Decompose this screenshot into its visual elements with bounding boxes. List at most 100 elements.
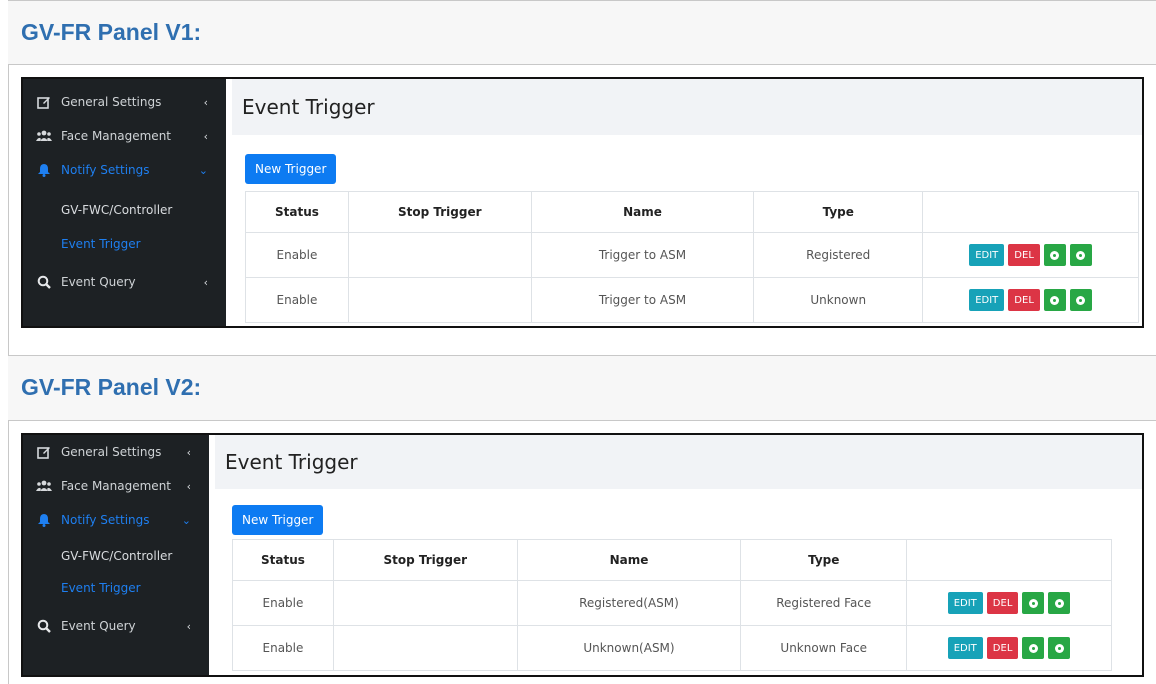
delete-button[interactable]: DEL (1008, 244, 1040, 266)
sidebar-subitem-label: GV-FWC/Controller (61, 203, 173, 217)
sidebar: General Settings ‹ Face Management ‹ Not… (23, 79, 226, 326)
panel-screenshot-v1: General Settings ‹ Face Management ‹ Not… (21, 77, 1144, 328)
edit-icon (35, 95, 53, 109)
sidebar-item-label: Face Management (61, 479, 171, 493)
column-header-actions (906, 539, 1112, 581)
sidebar-item-notify-settings[interactable]: Notify Settings ⌄ (23, 153, 226, 187)
cell-type: Registered (753, 232, 924, 278)
sidebar-item-label: Event Query (61, 275, 136, 289)
column-header-type: Type (740, 539, 908, 581)
circle-icon (1028, 598, 1038, 608)
users-icon (35, 130, 53, 142)
green-action-button[interactable] (1043, 244, 1066, 266)
delete-button[interactable]: DEL (986, 592, 1019, 614)
edit-button[interactable]: EDIT (969, 244, 1005, 266)
sidebar-subitem-label: Event Trigger (61, 237, 141, 251)
sidebar-subitem-event-trigger[interactable]: Event Trigger (61, 229, 141, 259)
circle-icon (1050, 295, 1060, 305)
chevron-left-icon: ‹ (203, 275, 208, 289)
cell-actions: EDIT DEL (906, 625, 1112, 671)
search-icon (35, 619, 53, 633)
cell-stop-trigger (332, 625, 518, 671)
panel-screenshot-v2: General Settings ‹ Face Management ‹ Not… (21, 433, 1144, 677)
main-content: Event Trigger New Trigger Status Stop Tr… (209, 435, 1142, 675)
page-header: Event Trigger (232, 79, 1142, 135)
edit-button[interactable]: EDIT (947, 637, 983, 659)
page-title: Event Trigger (242, 95, 375, 119)
sidebar-item-label: General Settings (61, 95, 162, 109)
circle-icon (1054, 643, 1064, 653)
circle-icon (1054, 598, 1064, 608)
circle-icon (1076, 250, 1086, 260)
circle-icon (1050, 250, 1060, 260)
cell-status: Enable (232, 625, 334, 671)
sidebar-subitem-gv-fwc-controller[interactable]: GV-FWC/Controller (61, 195, 172, 225)
frame-divider (8, 420, 1156, 421)
sidebar-item-general-settings[interactable]: General Settings ‹ (23, 85, 226, 119)
delete-button[interactable]: DEL (986, 637, 1019, 659)
sidebar-item-label: Face Management (61, 129, 171, 143)
cell-type: Unknown Face (740, 625, 908, 671)
chevron-left-icon: ‹ (186, 619, 191, 633)
green-action-button[interactable] (1043, 289, 1066, 311)
circle-icon (1028, 643, 1038, 653)
sidebar-subitem-event-trigger[interactable]: Event Trigger (61, 573, 141, 603)
sidebar-subitem-label: Event Trigger (61, 581, 141, 595)
new-trigger-button[interactable]: New Trigger (245, 154, 337, 184)
circle-icon (1076, 295, 1086, 305)
green-action-button[interactable] (1022, 592, 1045, 614)
cell-stop-trigger (347, 232, 532, 278)
green-action-button[interactable] (1022, 637, 1045, 659)
cell-actions: EDIT DEL (906, 580, 1112, 626)
green-action-button[interactable] (1069, 244, 1092, 266)
cell-status: Enable (245, 277, 349, 323)
cell-actions: EDIT DEL (922, 277, 1139, 323)
page-title: Event Trigger (225, 450, 358, 474)
green-action-button[interactable] (1048, 637, 1071, 659)
green-action-button[interactable] (1069, 289, 1092, 311)
cell-name: Trigger to ASM (530, 277, 755, 323)
sidebar-item-event-query[interactable]: Event Query ‹ (23, 265, 226, 299)
edit-button[interactable]: EDIT (969, 289, 1005, 311)
delete-button[interactable]: DEL (1008, 289, 1040, 311)
section-title: GV-FR Panel V2: (21, 374, 202, 400)
page-header: Event Trigger (215, 435, 1142, 489)
sidebar-subitem-gv-fwc-controller[interactable]: GV-FWC/Controller (61, 541, 172, 571)
column-header-status: Status (245, 191, 349, 233)
main-content: Event Trigger New Trigger Status Stop Tr… (226, 79, 1142, 326)
trigger-table: Status Stop Trigger Name Type Enable Tri… (245, 191, 1139, 323)
sidebar-subitem-label: GV-FWC/Controller (61, 549, 173, 563)
sidebar-item-face-management[interactable]: Face Management ‹ (23, 469, 209, 503)
new-trigger-button[interactable]: New Trigger (232, 505, 324, 535)
sidebar-item-label: Notify Settings (61, 513, 150, 527)
column-header-stop-trigger: Stop Trigger (347, 191, 532, 233)
cell-type: Unknown (753, 277, 924, 323)
sidebar-item-face-management[interactable]: Face Management ‹ (23, 119, 226, 153)
users-icon (35, 480, 53, 492)
cell-name: Registered(ASM) (516, 580, 742, 626)
column-header-status: Status (232, 539, 334, 581)
sidebar-item-notify-settings[interactable]: Notify Settings ⌄ (23, 503, 209, 537)
table-row: Enable Trigger to ASM Registered EDIT DE… (245, 232, 1139, 278)
chevron-left-icon: ‹ (186, 445, 191, 459)
sidebar-item-event-query[interactable]: Event Query ‹ (23, 609, 209, 643)
column-header-name: Name (530, 191, 755, 233)
cell-status: Enable (232, 580, 334, 626)
frame-divider (8, 64, 1156, 65)
sidebar-item-label: Event Query (61, 619, 136, 633)
edit-button[interactable]: EDIT (947, 592, 983, 614)
search-icon (35, 275, 53, 289)
cell-status: Enable (245, 232, 349, 278)
green-action-button[interactable] (1048, 592, 1071, 614)
column-header-actions (922, 191, 1139, 233)
sidebar-item-general-settings[interactable]: General Settings ‹ (23, 435, 209, 469)
cell-stop-trigger (347, 277, 532, 323)
edit-icon (35, 445, 53, 459)
column-header-stop-trigger: Stop Trigger (332, 539, 518, 581)
chevron-down-icon: ⌄ (198, 163, 208, 177)
table-row: Enable Trigger to ASM Unknown EDIT DEL (245, 277, 1139, 323)
table-row: Enable Registered(ASM) Registered Face E… (232, 580, 1112, 626)
bell-icon (35, 163, 53, 177)
sidebar-item-label: General Settings (61, 445, 162, 459)
section-title: GV-FR Panel V1: (21, 19, 202, 45)
